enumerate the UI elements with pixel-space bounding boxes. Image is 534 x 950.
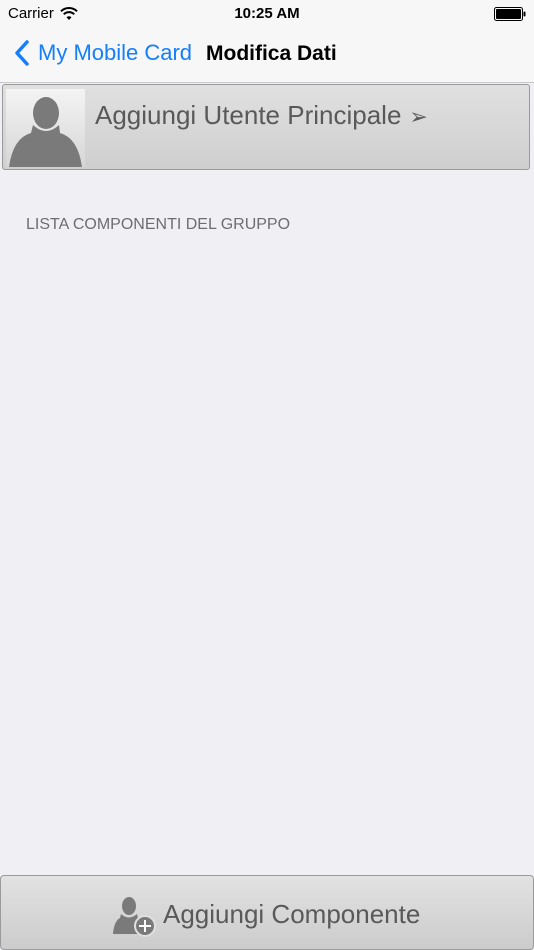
arrow-right-icon: ➢	[409, 104, 428, 129]
person-silhouette-icon	[9, 97, 82, 167]
status-time: 10:25 AM	[234, 5, 300, 22]
add-primary-user-button[interactable]: Aggiungi Utente Principale ➢	[2, 84, 530, 170]
avatar	[6, 89, 85, 167]
back-button[interactable]: My Mobile Card	[14, 40, 192, 66]
status-bar: Carrier 10:25 AM	[0, 0, 534, 28]
add-primary-user-label: Aggiungi Utente Principale ➢	[95, 100, 428, 131]
battery-icon	[494, 7, 526, 21]
add-user-icon	[113, 897, 156, 937]
chevron-left-icon	[15, 40, 29, 66]
page-title: Modifica Dati	[206, 42, 337, 65]
add-component-button[interactable]: Aggiungi Componente	[0, 875, 534, 950]
group-members-header: LISTA COMPONENTI DEL GRUPPO	[26, 216, 291, 233]
back-button-label: My Mobile Card	[38, 40, 193, 65]
add-primary-user-text: Aggiungi Utente Principale	[95, 100, 402, 130]
navigation-bar: My Mobile Card Modifica Dati	[0, 28, 534, 83]
add-component-label: Aggiungi Componente	[163, 899, 421, 929]
